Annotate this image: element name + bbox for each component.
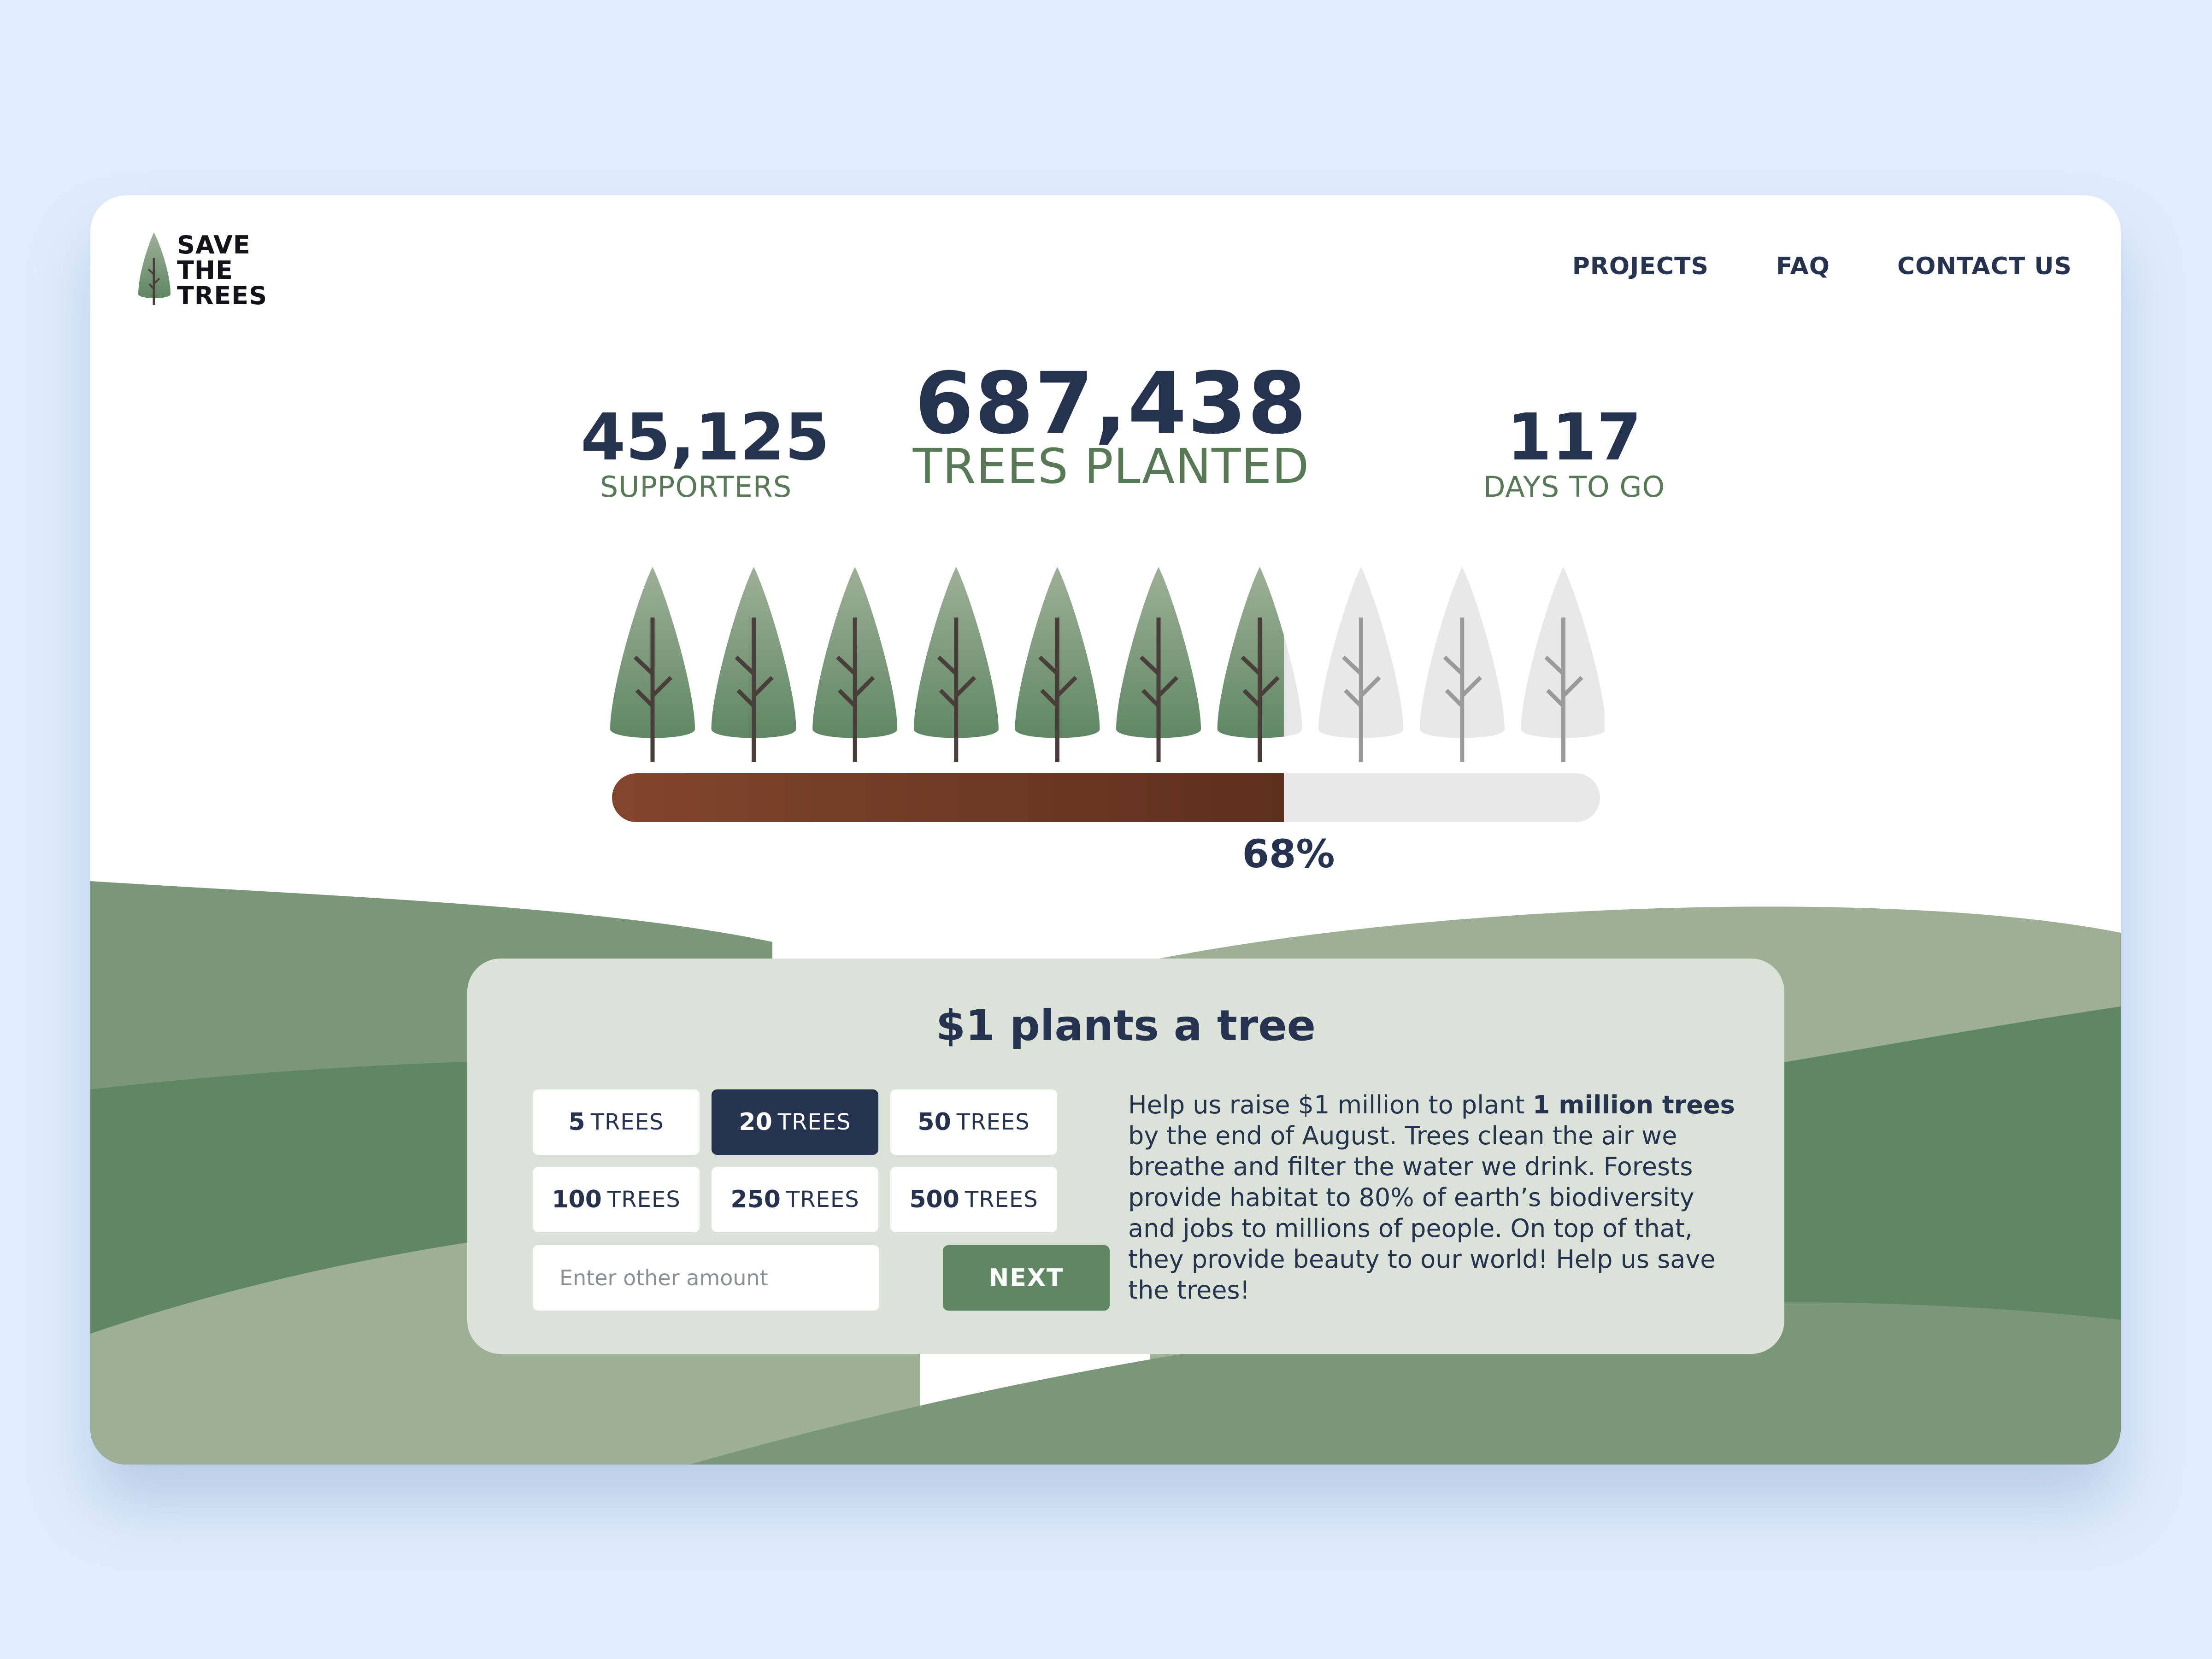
option-unit: TREES (956, 1109, 1030, 1135)
option-unit: TREES (590, 1109, 664, 1135)
option-count: 250 (730, 1186, 781, 1213)
option-250-trees-button[interactable]: 250 TREES (712, 1167, 878, 1232)
logo-text: SAVE THE TREES (177, 232, 267, 308)
tree-logo-icon (138, 232, 171, 305)
trees-planted-count: 687,438 (914, 354, 1308, 453)
logo-line-2: THE (177, 256, 233, 285)
donation-description: Help us raise $1 million to plant 1 mill… (1128, 1089, 1741, 1306)
option-5-trees-button[interactable]: 5 TREES (533, 1089, 700, 1155)
planted-tree-icon (812, 567, 898, 762)
option-count: 100 (552, 1186, 602, 1213)
progress-bar-fill (612, 773, 1284, 822)
days-to-go-count: 117 (1506, 400, 1642, 475)
trees-planted-label: TREES PLANTED (912, 438, 1310, 494)
supporters-stat: 45,125 SUPPORTERS (581, 400, 830, 504)
progress-bar (612, 773, 1600, 822)
days-to-go-label: DAYS TO GO (1483, 470, 1665, 504)
unplanted-tree-icon (1419, 567, 1505, 762)
planted-tree-icon (913, 567, 999, 762)
option-100-trees-button[interactable]: 100 TREES (533, 1167, 700, 1232)
next-button[interactable]: NEXT (943, 1245, 1110, 1311)
option-count: 50 (918, 1108, 951, 1136)
tree-progress-row (610, 567, 1605, 762)
unplanted-tree-icon (1521, 567, 1605, 762)
trees-planted-stat: 687,438 TREES PLANTED (869, 361, 1353, 490)
planted-tree-icon (711, 567, 796, 762)
option-unit: TREES (777, 1109, 851, 1135)
planted-tree-icon (610, 567, 695, 762)
logo-line-3: TREES (177, 281, 268, 310)
option-20-trees-button[interactable]: 20 TREES (712, 1089, 878, 1155)
option-unit: TREES (786, 1187, 859, 1212)
donation-panel: $1 plants a tree 5 TREES 20 TREES 50 TREES 100… (467, 959, 1784, 1354)
nav-faq-link[interactable]: FAQ (1776, 253, 1830, 280)
option-500-trees-button[interactable]: 500 TREES (890, 1167, 1057, 1232)
option-count: 20 (739, 1108, 772, 1136)
planted-tree-icon (1116, 567, 1201, 762)
nav-projects-link[interactable]: PROJECTS (1572, 253, 1709, 280)
option-count: 5 (568, 1108, 585, 1136)
option-50-trees-button[interactable]: 50 TREES (890, 1089, 1057, 1155)
nav-contact-link[interactable]: CONTACT US (1897, 253, 2072, 280)
supporters-count: 45,125 (581, 400, 830, 475)
unplanted-tree-icon (1318, 567, 1404, 762)
option-unit: TREES (607, 1187, 681, 1212)
other-amount-input[interactable]: Enter other amount (533, 1245, 879, 1311)
logo-line-1: SAVE (177, 230, 251, 259)
progress-percent: 68% (1242, 831, 1335, 877)
donation-title: $1 plants a tree (935, 1001, 1316, 1050)
days-to-go-stat: 117 DAYS TO GO (1436, 406, 1712, 501)
page-card: SAVE THE TREES PROJECTS FAQ CONTACT US 4… (90, 195, 2121, 1465)
description-text-end: by the end of August. Trees clean the ai… (1128, 1121, 1716, 1305)
supporters-label: SUPPORTERS (600, 470, 792, 504)
option-unit: TREES (965, 1187, 1038, 1212)
planted-tree-icon (1015, 567, 1100, 762)
option-count: 500 (909, 1186, 959, 1213)
description-text-bold: 1 million trees (1532, 1090, 1735, 1119)
top-nav: PROJECTS FAQ CONTACT US (1572, 253, 2072, 280)
description-text-start: Help us raise $1 million to plant (1128, 1090, 1533, 1119)
